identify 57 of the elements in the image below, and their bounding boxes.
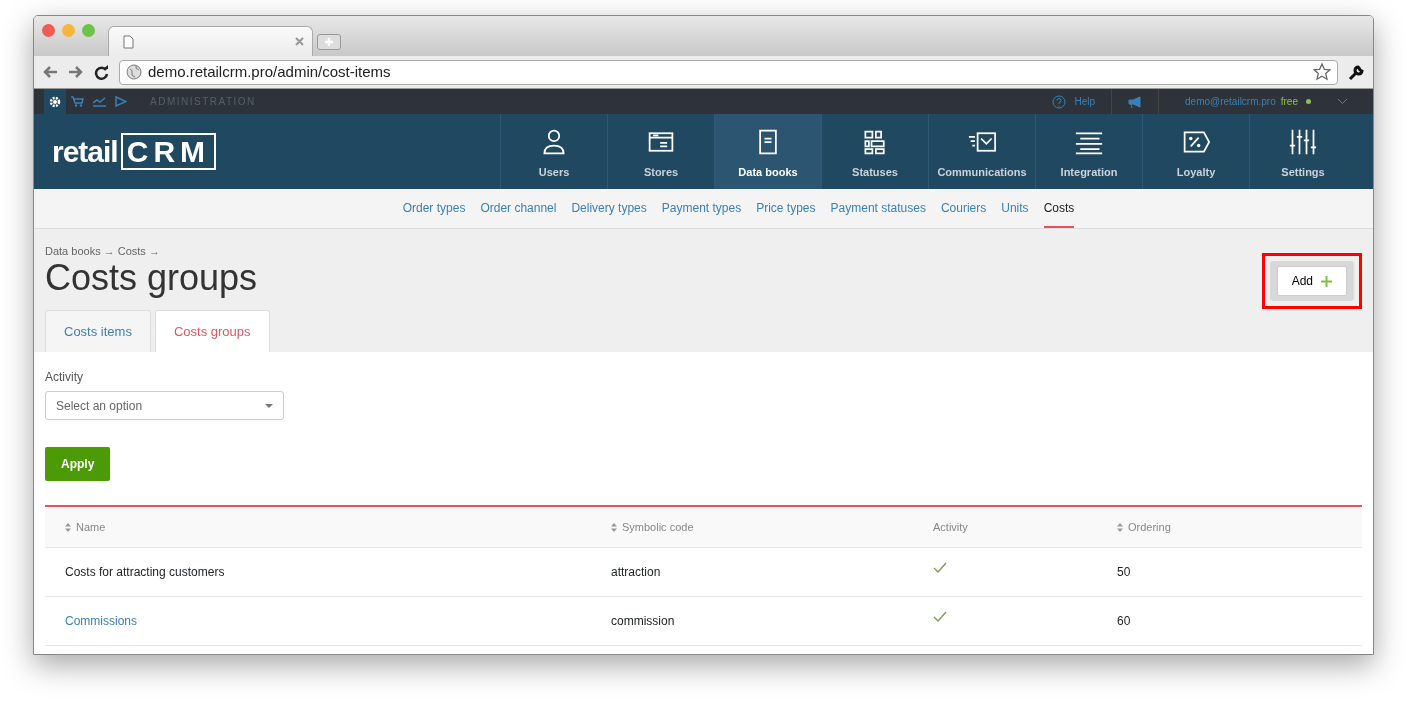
tab[interactable]: Costs items [45,309,151,352]
nav-item[interactable]: Data books [714,114,821,189]
close-window-icon[interactable] [42,24,55,37]
chevron-down-icon[interactable] [1337,98,1348,105]
browser-tab[interactable] [108,26,313,56]
table-cell-text: 60 [1117,613,1131,630]
globe-icon [126,64,142,80]
table-cell-text: attraction [611,564,661,581]
subnav-link[interactable]: Payment types [661,189,742,228]
page-icon [123,34,134,49]
caret-icon [265,403,273,408]
subnav-link[interactable]: Payment statuses [830,189,926,228]
close-icon[interactable] [295,37,304,46]
table-cell-text: Costs for attracting customers [65,564,225,581]
activity-select[interactable]: Select an option [45,391,284,420]
subnav-link[interactable]: Delivery types [571,189,647,228]
megaphone-icon[interactable] [1127,95,1143,108]
star-icon[interactable] [1313,63,1331,81]
subnav-link[interactable]: Order channel [480,189,557,228]
new-tab-icon[interactable] [317,34,341,50]
back-icon[interactable] [42,65,58,79]
forward-icon[interactable] [68,65,84,79]
online-dot [1306,99,1311,104]
breadcrumb: Data books → Costs → [45,244,161,259]
subnav-link[interactable]: Units [1001,189,1029,228]
tab[interactable]: Costs groups [154,309,270,352]
zoom-window-icon[interactable] [82,24,95,37]
url-text: demo.retailcrm.pro/admin/cost-items [148,61,391,82]
select-placeholder: Select an option [56,397,143,415]
sliders-icon [1289,127,1317,156]
help-icon [1052,94,1067,109]
filter-label: Activity [45,369,84,386]
user-email[interactable]: demo@retailcrm.pro [1185,94,1276,109]
column-header[interactable]: Symbolic code [591,507,913,547]
settings-icon[interactable] [44,89,66,114]
sort-icon [1117,522,1123,532]
add-button[interactable]: Add [1276,266,1347,296]
logo[interactable]: retail CRM [34,114,500,189]
name-link[interactable]: Commissions [65,612,137,630]
sort-icon [611,522,617,532]
subnav-link[interactable]: Couriers [940,189,987,228]
plan-label: free [1280,95,1298,109]
plus-icon [1321,275,1332,287]
reload-icon[interactable] [94,64,109,80]
table-cell-text: 50 [1117,564,1131,581]
column-header: Activity [932,519,969,535]
subnav-link[interactable]: Order types [402,189,466,228]
wrench-icon[interactable] [1348,63,1365,81]
address-bar[interactable]: demo.retailcrm.pro/admin/cost-items [119,59,1338,85]
table-cell-text: commission [611,613,675,630]
sort-icon [65,522,71,532]
subnav-link[interactable]: Price types [756,189,816,228]
page-title: Costs groups [45,259,259,296]
help-link[interactable]: Help [1052,94,1112,109]
column-header[interactable]: Name [45,507,591,547]
apply-button[interactable]: Apply [45,447,111,481]
column-header[interactable]: Ordering [1097,507,1362,547]
